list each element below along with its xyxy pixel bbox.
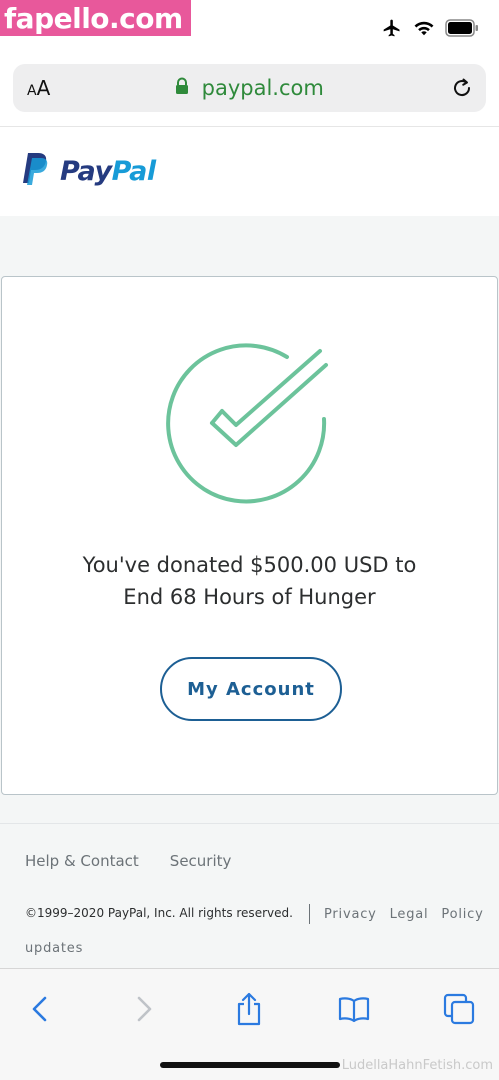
- legal-links: Privacy Legal Policy: [324, 907, 494, 922]
- paypal-logo[interactable]: PayPal: [20, 151, 156, 192]
- share-icon[interactable]: [229, 989, 269, 1029]
- legal-link[interactable]: Legal: [390, 907, 429, 922]
- tabs-icon[interactable]: [439, 989, 479, 1029]
- donation-message-line1: You've donated $500.00 USD to: [82, 553, 417, 577]
- copyright-text: ©1999–2020 PayPal, Inc. All rights reser…: [25, 906, 293, 920]
- watermark-top: fapello.com: [0, 0, 191, 36]
- checkmark-circle-icon: [164, 339, 334, 514]
- footer-separator: [309, 904, 310, 924]
- my-account-button[interactable]: My Account: [160, 657, 342, 721]
- url-display[interactable]: paypal.com: [13, 76, 486, 100]
- help-contact-link[interactable]: Help & Contact: [25, 852, 139, 870]
- site-header: PayPal: [0, 126, 499, 216]
- confirmation-card: You've donated $500.00 USD to End 68 Hou…: [1, 276, 498, 795]
- paypal-p-icon: [20, 151, 50, 192]
- airplane-icon: [381, 18, 403, 43]
- reload-icon[interactable]: [450, 76, 474, 105]
- paypal-wordmark: PayPal: [60, 156, 156, 187]
- privacy-link[interactable]: Privacy: [324, 907, 377, 922]
- security-link[interactable]: Security: [170, 852, 232, 870]
- lock-icon: [175, 77, 189, 100]
- watermark-bottom: LudellaHahnFetish.com: [341, 1058, 493, 1073]
- wifi-icon: [413, 19, 435, 42]
- footer-links: Help & Contact Security: [25, 852, 231, 870]
- policy-updates-link[interactable]: updates: [25, 941, 83, 956]
- address-bar[interactable]: AA paypal.com: [13, 64, 486, 112]
- address-bar-container: AA paypal.com: [0, 52, 499, 126]
- forward-icon[interactable]: [124, 989, 164, 1029]
- donation-message: You've donated $500.00 USD to End 68 Hou…: [22, 549, 477, 613]
- status-icons: [381, 18, 479, 43]
- bookmarks-icon[interactable]: [334, 989, 374, 1029]
- home-indicator[interactable]: [160, 1062, 340, 1068]
- footer-divider: [0, 823, 499, 824]
- donation-message-line2: End 68 Hours of Hunger: [123, 585, 376, 609]
- policy-link[interactable]: Policy: [441, 907, 483, 922]
- battery-icon: [445, 19, 479, 42]
- back-icon[interactable]: [20, 989, 60, 1029]
- url-text: paypal.com: [201, 76, 324, 100]
